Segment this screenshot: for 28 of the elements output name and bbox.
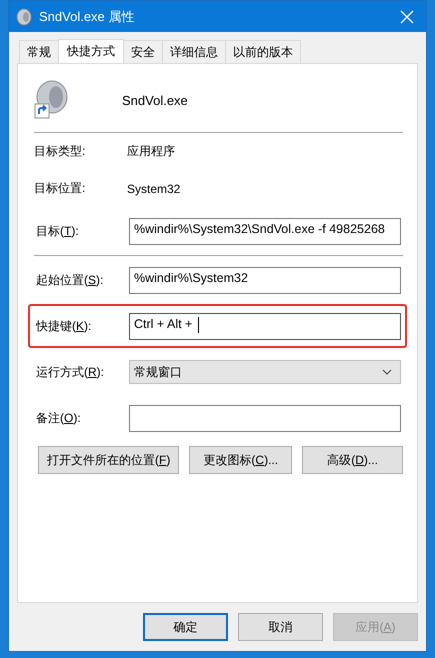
- field-label: 目标(T):: [36, 222, 80, 240]
- close-icon[interactable]: [400, 10, 414, 24]
- action-button[interactable]: 更改图标(C)...: [189, 446, 292, 474]
- window-title: SndVol.exe 属性: [39, 8, 136, 26]
- input-field[interactable]: %windir%\System32\SndVol.exe -f 49825268: [129, 218, 401, 244]
- tab[interactable]: 常规: [19, 40, 59, 63]
- file-name: SndVol.exe: [122, 92, 188, 108]
- tab[interactable]: 以前的版本: [225, 40, 301, 63]
- field-label: 备注(O):: [36, 410, 82, 426]
- tab[interactable]: 快捷方式: [58, 39, 124, 63]
- dialog-button[interactable]: 取消: [238, 613, 323, 641]
- dropdown[interactable]: 常规窗口: [129, 360, 401, 384]
- field-label: 运行方式(R):: [36, 364, 106, 380]
- property-label: 目标类型:: [34, 143, 86, 160]
- dialog-button[interactable]: 确定: [143, 613, 228, 641]
- property-value: 应用程序: [127, 143, 175, 160]
- property-label: 目标位置:: [34, 180, 86, 197]
- input-field[interactable]: Ctrl + Alt +: [129, 312, 401, 340]
- input-field[interactable]: %windir%\System32: [129, 266, 401, 294]
- speaker-icon: [15, 8, 33, 26]
- property-value: System32: [127, 182, 180, 196]
- field-label: 快捷键(K):: [36, 318, 92, 334]
- input-field[interactable]: [129, 404, 401, 432]
- field-label: 起始位置(S):: [36, 272, 104, 288]
- action-button[interactable]: 高级(D)...: [302, 446, 403, 474]
- speaker-shortcut-icon: [34, 80, 70, 120]
- chevron-down-icon: [382, 369, 392, 375]
- action-button[interactable]: 打开文件所在的位置(F): [38, 446, 180, 474]
